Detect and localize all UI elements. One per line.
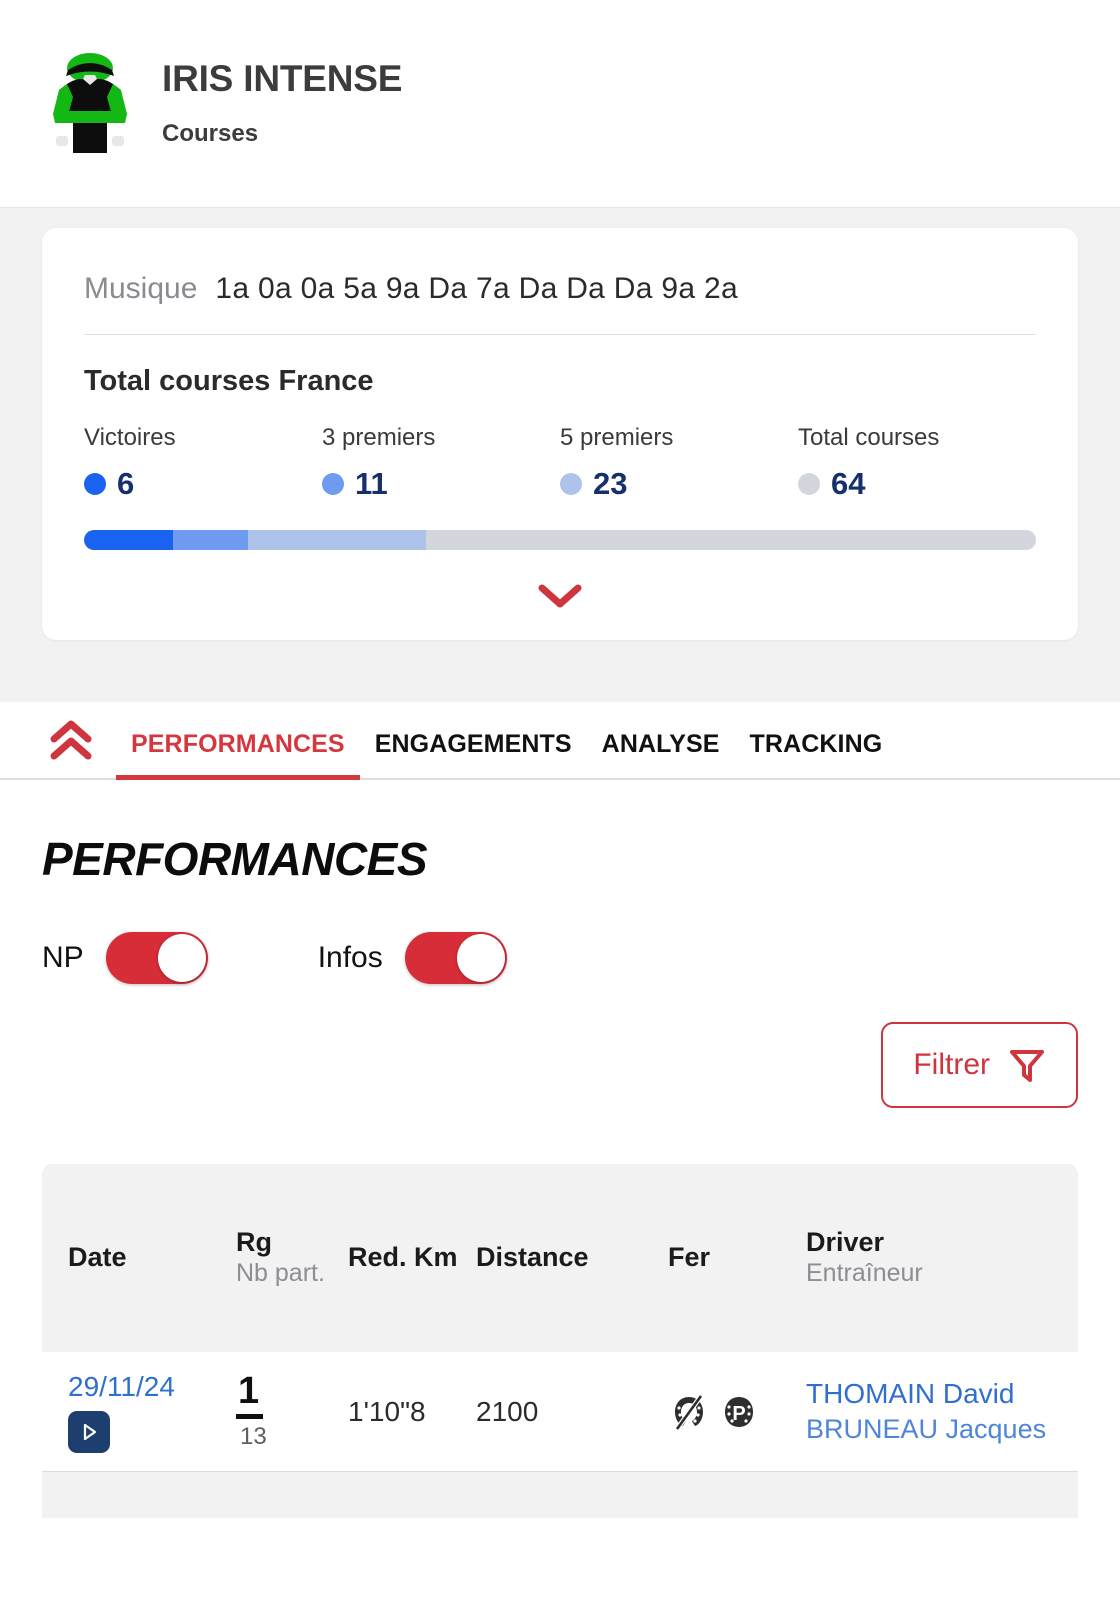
tab-bar: PERFORMANCES ENGAGEMENTS ANALYSE TRACKIN… xyxy=(0,702,1120,780)
funnel-icon xyxy=(1008,1046,1046,1084)
column-header-red-km: Red. Km xyxy=(348,1242,458,1273)
page-title: IRIS INTENSE xyxy=(162,58,403,100)
musique-value: 1a 0a 0a 5a 9a Da 7a Da Da Da 9a 2a xyxy=(215,272,738,305)
stat-5-premiers: 5 premiers 23 xyxy=(560,424,798,502)
header-text-block: IRIS INTENSE Courses xyxy=(162,58,403,148)
toggle-np[interactable] xyxy=(105,932,208,984)
filter-button[interactable]: Filtrer xyxy=(881,1022,1078,1108)
stat-dot-victoires xyxy=(84,473,106,495)
column-header-rg-sub: Nb part. xyxy=(236,1259,325,1288)
stat-total-courses: Total courses 64 xyxy=(798,424,1036,502)
column-header-rg: Rg Nb part. xyxy=(236,1227,348,1288)
progress-segment-victoires xyxy=(84,530,174,550)
stat-label: Total courses xyxy=(798,424,940,451)
tab-engagements[interactable]: ENGAGEMENTS xyxy=(360,730,587,780)
stat-dot-3-premiers xyxy=(322,473,344,495)
toggle-label-np: NP xyxy=(42,941,84,974)
tab-analyse[interactable]: ANALYSE xyxy=(587,730,735,780)
progress-segment-5-premiers xyxy=(247,530,426,550)
stat-label: Victoires xyxy=(84,424,176,451)
stat-value-5-premiers: 23 xyxy=(593,466,628,501)
toggle-np-knob xyxy=(157,934,206,982)
stat-value-3-premiers: 11 xyxy=(355,466,388,501)
column-header-rg-main: Rg xyxy=(236,1227,272,1258)
stat-label: 3 premiers xyxy=(322,424,436,451)
cell-rank: 1 13 xyxy=(236,1371,348,1451)
horseshoe-p-icon: P xyxy=(718,1391,760,1433)
performances-panel: PERFORMANCES NP Infos Filtrer Date Rg Nb… xyxy=(0,832,1120,1518)
cell-fer: P xyxy=(668,1391,806,1433)
stat-dot-5-premiers xyxy=(560,473,582,495)
page-subtitle: Courses xyxy=(162,119,259,147)
toggle-group-np: NP xyxy=(42,932,208,984)
summary-section: Musique 1a 0a 0a 5a 9a Da 7a Da Da Da 9a… xyxy=(0,208,1120,702)
chevron-down-icon[interactable] xyxy=(537,582,583,610)
musique-label: Musique xyxy=(84,272,198,305)
toggle-infos-knob xyxy=(456,934,505,982)
column-header-distance: Distance xyxy=(476,1242,589,1273)
progress-segment-3-premiers xyxy=(173,530,248,550)
stat-label: 5 premiers xyxy=(560,424,674,451)
play-icon[interactable] xyxy=(68,1410,110,1453)
cell-red-km: 1'10"8 xyxy=(348,1395,426,1427)
svg-text:P: P xyxy=(732,1403,745,1425)
toggles-row: NP Infos xyxy=(42,932,1078,984)
race-date-link[interactable]: 29/11/24 xyxy=(68,1371,236,1403)
rank-value: 1 xyxy=(236,1371,264,1419)
column-header-driver-sub: Entraîneur xyxy=(806,1259,923,1288)
column-header-driver: Driver Entraîneur xyxy=(806,1227,1078,1288)
stats-title: Total courses France xyxy=(84,365,374,397)
page-header: IRIS INTENSE Courses xyxy=(0,0,1120,208)
tab-performances[interactable]: PERFORMANCES xyxy=(116,730,360,780)
cell-date: 29/11/24 xyxy=(68,1371,236,1453)
cell-distance: 2100 xyxy=(476,1395,539,1427)
stat-value-total-courses: 64 xyxy=(831,466,866,501)
section-title: PERFORMANCES xyxy=(42,833,428,885)
stats-grid: Victoires 6 3 premiers 11 5 premiers 23 xyxy=(84,424,1036,502)
trainer-link[interactable]: BRUNEAU Jacques xyxy=(806,1412,1078,1447)
stat-victoires: Victoires 6 xyxy=(84,424,322,502)
horseshoe-crossed-icon xyxy=(668,1391,710,1433)
cell-driver: THOMAIN David BRUNEAU Jacques xyxy=(806,1376,1078,1447)
double-chevron-up-icon[interactable] xyxy=(48,718,94,778)
stat-3-premiers: 3 premiers 11 xyxy=(322,424,560,502)
table-header-row: Date Rg Nb part. Red. Km Distance Fer Dr… xyxy=(42,1164,1078,1352)
table-next-row-placeholder xyxy=(42,1472,1078,1518)
stat-value-victoires: 6 xyxy=(117,466,135,501)
stats-progress-bar xyxy=(84,530,1036,550)
jockey-silks-icon xyxy=(44,50,136,158)
nb-part-value: 13 xyxy=(240,1422,267,1450)
tab-tracking[interactable]: TRACKING xyxy=(735,730,898,780)
column-header-driver-main: Driver xyxy=(806,1227,885,1258)
horse-summary-card: Musique 1a 0a 0a 5a 9a Da 7a Da Da Da 9a… xyxy=(42,228,1078,640)
driver-link[interactable]: THOMAIN David xyxy=(806,1376,1078,1412)
musique-row: Musique 1a 0a 0a 5a 9a Da 7a Da Da Da 9a… xyxy=(84,272,1036,335)
stat-dot-total-courses xyxy=(798,473,820,495)
toggle-group-infos: Infos xyxy=(318,932,507,984)
table-row[interactable]: 29/11/24 1 13 1'10"8 2100 P THOMAIN Davi… xyxy=(42,1352,1078,1472)
filter-button-label: Filtrer xyxy=(913,1048,990,1081)
column-header-date: Date xyxy=(68,1242,127,1273)
performances-table: Date Rg Nb part. Red. Km Distance Fer Dr… xyxy=(42,1164,1078,1518)
toggle-infos[interactable] xyxy=(404,932,507,984)
column-header-fer: Fer xyxy=(668,1242,711,1273)
toggle-label-infos: Infos xyxy=(317,941,383,974)
